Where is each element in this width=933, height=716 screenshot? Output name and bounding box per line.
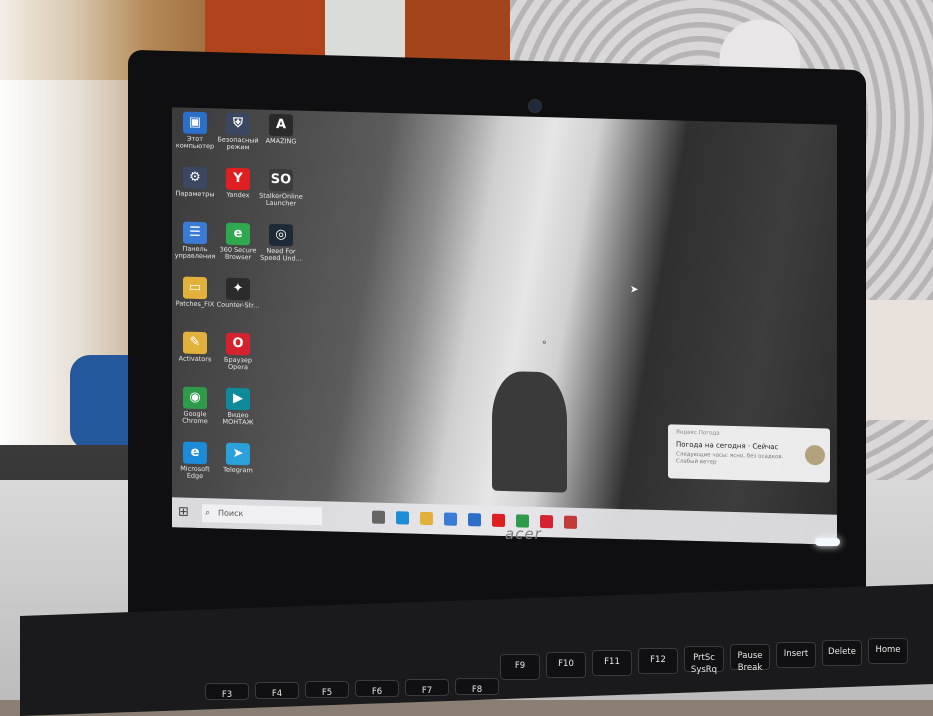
notification-body: Следующие часы: ясно, без осадков. Слабы… [676, 451, 784, 466]
blank-icon [269, 389, 293, 412]
key[interactable]: Home [868, 638, 908, 664]
edge-taskbar-icon[interactable] [396, 511, 409, 525]
desktop-icon[interactable]: ✦ Counter-Str... [215, 277, 261, 310]
key[interactable]: F7 [405, 679, 449, 696]
desktop-icon [258, 389, 304, 414]
blank-icon [269, 334, 293, 357]
webcam [528, 99, 542, 113]
system-tray[interactable] [732, 520, 832, 537]
desktop-icon [258, 334, 304, 359]
telegram-icon: ➤ [226, 442, 250, 466]
wallpaper-rock [492, 370, 567, 493]
chrome-icon: ◉ [183, 386, 207, 410]
desktop-icon[interactable]: O Браузер Opera [215, 332, 261, 371]
desktop-icon-label: Браузер Opera [224, 355, 252, 372]
settings-shortcut-icon: ⚙ [183, 166, 207, 190]
key[interactable]: F5 [305, 681, 349, 698]
key[interactable]: F10 [546, 652, 586, 678]
safe-mode-icon: ⛨ [226, 112, 250, 136]
key[interactable]: Delete [822, 640, 862, 666]
key[interactable]: F4 [255, 682, 299, 699]
desktop-icon[interactable]: ▭ Patches_FIX [172, 276, 218, 308]
desktop-icon-label: Need For Speed Und... [260, 246, 302, 263]
desktop-icon-label: Microsoft Edge [180, 464, 210, 481]
key[interactable]: Pause Break [730, 644, 770, 673]
desktop-icon-label: 360 Secure Browser [219, 245, 257, 262]
desktop-icon[interactable]: A AMAZING [258, 113, 304, 146]
nfs-icon: ◎ [269, 223, 293, 247]
task-view-icon[interactable] [372, 510, 385, 524]
desktop-icon-label: Панель управления [174, 244, 216, 261]
laptop-screen: ⸰ ➤ ▣ Этот компьютер ⛨ Безопасный режим A AMA… [172, 107, 837, 545]
store-icon[interactable] [444, 512, 457, 526]
desktop-icon[interactable]: ▶ Видео МОНТАЖ [215, 387, 261, 426]
wallpaper-climber: ⸰ [542, 337, 547, 348]
counter-strike-icon: ✦ [226, 277, 250, 301]
amazing-icon: A [269, 113, 293, 137]
notification-app-name: Яндекс.Погода [676, 429, 720, 437]
desktop-icon[interactable]: ▣ Этот компьютер [172, 111, 218, 150]
desktop-icon-label: StalkerOnline Launcher [259, 191, 303, 208]
desktop-icon [258, 279, 304, 304]
key[interactable]: Insert [776, 642, 816, 668]
weather-icon [805, 444, 825, 466]
key[interactable]: F8 [455, 678, 499, 695]
tablecloth [860, 300, 933, 420]
yandex-icon: Y [226, 167, 250, 191]
desktop-icon-label: Параметры [175, 189, 215, 199]
desktop-icon-label: Counter-Str... [216, 300, 260, 310]
opera-taskbar-icon[interactable] [540, 514, 553, 529]
weather-notification[interactable]: Яндекс.Погода Погода на сегодня · Сейчас… [668, 424, 830, 483]
desktop-icon[interactable]: SO StalkerOnline Launcher [258, 168, 304, 208]
desktop-icon[interactable]: Y Yandex [215, 167, 261, 199]
desktop-icon-label: Activators [178, 354, 212, 364]
desktop-icon[interactable]: ☰ Панель управления [172, 221, 218, 260]
desktop-icon-label: Видео МОНТАЖ [222, 410, 254, 427]
key[interactable]: F12 [638, 648, 678, 674]
brand-logo: acer [505, 525, 542, 543]
desktop-icon[interactable]: ✎ Activators [172, 331, 218, 363]
windows-start-icon[interactable]: ⊞ [178, 504, 194, 520]
blank-icon [269, 279, 293, 302]
taskbar-search-input[interactable]: Поиск [202, 504, 322, 526]
computer-icon: ▣ [183, 111, 207, 135]
desktop-icon[interactable]: ⛨ Безопасный режим [215, 112, 261, 151]
mouse-cursor-icon: ➤ [630, 284, 639, 296]
opera-icon: O [226, 332, 250, 356]
desktop-icon[interactable]: ◉ Google Chrome [172, 386, 218, 425]
stalker-online-icon: SO [269, 168, 293, 192]
desktop-icon-label: Безопасный режим [217, 135, 259, 152]
explorer-icon[interactable] [420, 511, 433, 526]
edge-icon: e [183, 441, 207, 465]
key[interactable]: F11 [592, 650, 632, 676]
desktop-icon-label: Этот компьютер [175, 134, 215, 151]
secure-browser-icon: e [226, 222, 250, 246]
folder-icon: ▭ [183, 276, 207, 300]
notification-title: Погода на сегодня · Сейчас [676, 440, 779, 452]
yandex-taskbar-icon[interactable] [492, 513, 505, 528]
desktop-icon[interactable]: ◎ Need For Speed Und... [258, 223, 304, 263]
desktop-icon[interactable]: ➤ Telegram [215, 442, 261, 474]
desktop-icon[interactable]: e 360 Secure Browser [215, 222, 261, 261]
desktop-icon-label: Google Chrome [182, 409, 208, 426]
video-editor-icon: ▶ [226, 387, 250, 411]
key[interactable]: F9 [500, 654, 540, 680]
desktop-icon[interactable]: ⚙ Параметры [172, 166, 218, 198]
control-panel-icon: ☰ [183, 221, 207, 245]
desktop-icon-label: Patches_FIX [175, 299, 215, 309]
key[interactable]: F6 [355, 680, 399, 697]
desktop-icon-label: Telegram [223, 465, 253, 475]
activators-icon: ✎ [183, 331, 207, 355]
key[interactable]: F3 [205, 683, 249, 700]
desktop-icon[interactable]: e Microsoft Edge [172, 441, 218, 480]
desktop-icon-label: Yandex [226, 190, 250, 200]
power-led [815, 538, 840, 546]
yandex-browser-taskbar-icon[interactable] [564, 515, 577, 529]
search-icon: ⌕ [205, 508, 211, 519]
desktop-icon-label: AMAZING [265, 136, 297, 146]
mail-icon[interactable] [468, 513, 481, 527]
key[interactable]: PrtSc SysRq [684, 646, 724, 675]
